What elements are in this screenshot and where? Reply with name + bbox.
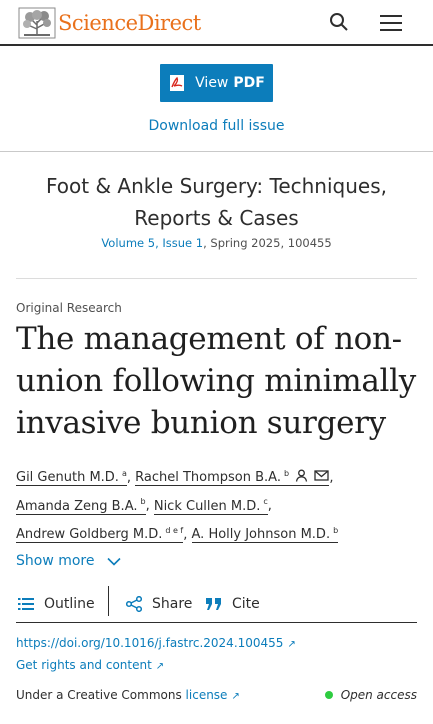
author-name: Amanda Zeng B.A. (16, 498, 138, 514)
doi-link[interactable]: https://doi.org/10.1016/j.fastrc.2024.10… (16, 636, 296, 650)
pdf-area: View PDF Download full issue (0, 46, 433, 152)
list-icon (18, 598, 34, 610)
article-toolbar: Outline Share Cite (16, 586, 417, 623)
journal-meta: Volume 5, Issue 1, Spring 2025, 100455 (0, 236, 433, 250)
journal-title[interactable]: Foot & Ankle Surgery: Techniques, Report… (20, 170, 413, 234)
outline-button[interactable]: Outline (18, 592, 95, 616)
open-access-dot-icon (324, 691, 333, 699)
sciencedirect-logo[interactable]: ScienceDirect (18, 6, 201, 40)
divider (16, 278, 417, 279)
license-text: license (185, 688, 228, 702)
open-access-label: Open access (340, 688, 417, 702)
pdf-icon (170, 75, 185, 91)
open-access-badge: Open access (324, 688, 417, 702)
author-list: Gil Genuth M.D. a, Rachel Thompson B.A. b … (16, 469, 339, 543)
view-label: View (195, 75, 229, 91)
cite-label: Cite (232, 596, 260, 612)
chevron-down-icon (106, 557, 121, 566)
show-more-button[interactable]: Show more (16, 553, 121, 569)
person-icon (296, 469, 308, 482)
author-affiliation: b (333, 525, 339, 535)
author-link[interactable]: A. Holly Johnson M.D. b (191, 525, 339, 543)
quote-icon (206, 598, 221, 610)
external-link-icon: ↗ (155, 661, 165, 672)
site-header: ScienceDirect (0, 0, 433, 46)
author-name: Andrew Goldberg M.D. (16, 526, 163, 542)
show-more-label: Show more (16, 553, 95, 569)
share-icon (126, 596, 142, 612)
author-name: Gil Genuth M.D. (16, 470, 119, 486)
author-affiliation: c (263, 497, 268, 507)
license-link[interactable]: license ↗ (186, 688, 240, 702)
author-name: A. Holly Johnson M.D. (191, 526, 331, 542)
external-link-icon: ↗ (287, 639, 296, 650)
author-link[interactable]: Andrew Goldberg M.D. d e f (16, 525, 184, 543)
author-name: Rachel Thompson B.A. (135, 470, 281, 486)
volume-issue-link[interactable]: Volume 5, Issue 1 (101, 236, 203, 250)
author-affiliation: d e f (165, 525, 184, 535)
elsevier-tree-icon (18, 7, 56, 39)
author-affiliation: b (283, 469, 290, 478)
download-full-issue-link[interactable]: Download full issue (0, 118, 433, 134)
view-pdf-button[interactable]: View PDF (160, 64, 273, 102)
mail-icon (314, 470, 329, 481)
doi-text: https://doi.org/10.1016/j.fastrc.2024.10… (16, 636, 284, 650)
author-name: Nick Cullen M.D. (153, 498, 261, 514)
logo-text: ScienceDirect (58, 11, 201, 35)
cite-button[interactable]: Cite (206, 592, 260, 616)
search-icon[interactable] (328, 11, 350, 33)
cc-prefix: Under a Creative Commons (16, 688, 186, 702)
article-type: Original Research (16, 301, 122, 315)
rights-link[interactable]: Get rights and content ↗ (16, 658, 164, 672)
author-link[interactable]: Rachel Thompson B.A. b (135, 469, 330, 487)
pdf-label: PDF (233, 75, 265, 91)
share-label: Share (152, 596, 193, 612)
share-button[interactable]: Share (126, 592, 192, 616)
article-title: The management of non-union following mi… (16, 321, 416, 441)
external-link-icon: ↗ (231, 691, 240, 702)
author-link[interactable]: Nick Cullen M.D. c (153, 497, 268, 515)
creative-commons-notice: Under a Creative Commons license ↗ (16, 688, 240, 702)
rights-text: Get rights and content (16, 658, 152, 672)
journal-date-number: , Spring 2025, 100455 (203, 236, 332, 250)
author-affiliation: a (121, 469, 127, 478)
author-link[interactable]: Gil Genuth M.D. a (16, 469, 127, 487)
menu-icon[interactable] (379, 12, 403, 32)
author-affiliation: b (140, 497, 146, 507)
author-link[interactable]: Amanda Zeng B.A. b (16, 497, 146, 515)
outline-label: Outline (44, 596, 95, 612)
toolbar-separator (108, 586, 109, 616)
